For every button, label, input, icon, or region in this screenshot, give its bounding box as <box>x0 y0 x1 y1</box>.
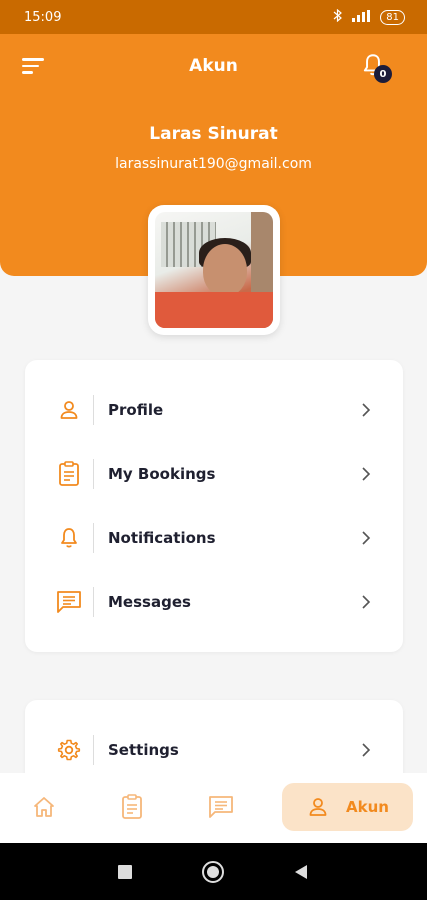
bottom-navigation: Akun <box>0 773 427 843</box>
nav-bookings[interactable] <box>110 783 154 831</box>
nav-home[interactable] <box>22 783 66 831</box>
user-name: Laras Sinurat <box>149 124 278 144</box>
account-menu-card: Profile My Bookings Notifications Messag… <box>25 360 403 652</box>
status-bar: 15:09 81 <box>0 0 427 34</box>
signal-icon <box>352 9 371 25</box>
chevron-right-icon <box>351 531 381 545</box>
status-icons: 81 <box>333 8 405 25</box>
chevron-right-icon <box>351 467 381 481</box>
bell-icon <box>50 526 88 550</box>
back-triangle-icon <box>295 865 307 879</box>
menu-label-my-bookings: My Bookings <box>108 465 216 483</box>
home-icon <box>34 797 54 817</box>
menu-item-messages[interactable]: Messages <box>25 570 403 634</box>
menu-item-my-bookings[interactable]: My Bookings <box>25 442 403 506</box>
person-icon <box>50 398 88 422</box>
nav-account[interactable]: Akun <box>282 783 413 831</box>
menu-label-profile: Profile <box>108 401 164 419</box>
bluetooth-icon <box>333 8 343 25</box>
nav-account-label: Akun <box>346 798 389 816</box>
square-icon <box>118 865 132 879</box>
chevron-right-icon <box>351 743 381 757</box>
message-icon <box>50 590 88 614</box>
menu-item-notifications[interactable]: Notifications <box>25 506 403 570</box>
menu-label-settings: Settings <box>108 741 179 759</box>
avatar[interactable] <box>148 205 280 335</box>
clipboard-icon <box>122 794 142 819</box>
person-icon <box>309 798 327 816</box>
menu-label-notifications: Notifications <box>108 529 216 547</box>
status-time: 15:09 <box>24 9 62 25</box>
notification-badge: 0 <box>374 65 392 83</box>
back-button[interactable] <box>288 859 314 885</box>
avatar-photo <box>155 212 273 328</box>
gear-icon <box>50 738 88 762</box>
nav-messages[interactable] <box>199 783 243 831</box>
circle-icon <box>202 861 224 883</box>
chevron-right-icon <box>351 595 381 609</box>
recents-button[interactable] <box>112 859 138 885</box>
user-email: larassinurat190@gmail.com <box>115 156 312 172</box>
menu-label-messages: Messages <box>108 593 191 611</box>
system-navigation-bar <box>0 843 427 900</box>
clipboard-icon <box>50 461 88 487</box>
battery-indicator: 81 <box>380 9 405 25</box>
chevron-right-icon <box>351 403 381 417</box>
notification-button[interactable]: 0 <box>360 52 392 84</box>
message-icon <box>209 796 233 818</box>
home-button[interactable] <box>200 859 226 885</box>
menu-item-profile[interactable]: Profile <box>25 378 403 442</box>
